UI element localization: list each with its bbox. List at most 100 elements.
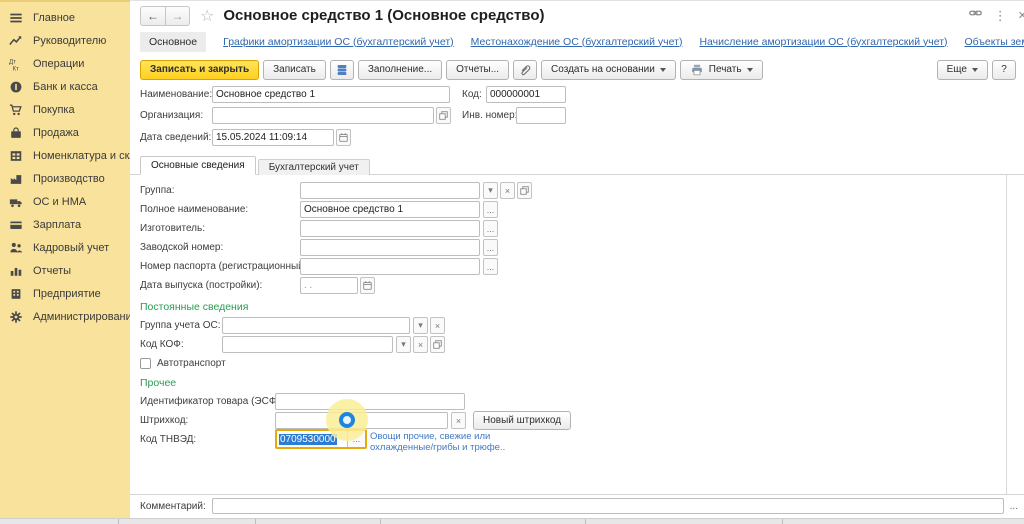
name-label: Наименование: bbox=[140, 89, 212, 100]
tab-obekty-naloga[interactable]: Объекты земельного налога bbox=[965, 36, 1024, 48]
sidebar-item-nomenklatura[interactable]: Номенклатура и склад bbox=[0, 144, 130, 167]
new-barcode-button[interactable]: Новый штрихкод bbox=[473, 411, 571, 430]
kof-clear-icon[interactable]: × bbox=[413, 336, 428, 353]
sidebar-item-prodazha[interactable]: Продажа bbox=[0, 121, 130, 144]
kof-input[interactable] bbox=[222, 336, 393, 353]
code-label: Код: bbox=[462, 89, 482, 100]
reports-button[interactable]: Отчеты... bbox=[446, 60, 509, 80]
tab-osnovnye-svedeniya[interactable]: Основные сведения bbox=[140, 156, 256, 175]
code-input[interactable] bbox=[486, 86, 566, 103]
trend-icon bbox=[8, 33, 24, 49]
esf-input[interactable] bbox=[275, 393, 465, 410]
calendar-icon[interactable] bbox=[360, 277, 375, 294]
bag-icon bbox=[8, 125, 24, 141]
name-input[interactable] bbox=[212, 86, 450, 103]
tab-osnovnoe[interactable]: Основное bbox=[140, 32, 206, 52]
back-button[interactable]: ← bbox=[141, 7, 165, 25]
kof-dropdown-icon[interactable]: ▾ bbox=[396, 336, 411, 353]
factory-number-input[interactable] bbox=[300, 239, 480, 256]
sidebar-item-otchety[interactable]: Отчеты bbox=[0, 259, 130, 282]
link-icon[interactable] bbox=[968, 6, 983, 25]
sidebar-item-proizvodstvo[interactable]: Производство bbox=[0, 167, 130, 190]
titlebar: ← → ☆ Основное средство 1 (Основное сред… bbox=[130, 1, 1024, 31]
status-divider bbox=[585, 519, 586, 524]
status-divider bbox=[118, 519, 119, 524]
group-open-icon[interactable] bbox=[517, 182, 532, 199]
os-group-dropdown-icon[interactable]: ▾ bbox=[413, 317, 428, 334]
group-input[interactable] bbox=[300, 182, 480, 199]
more-menu-icon[interactable]: ⋮ bbox=[994, 8, 1007, 24]
comment-expand-button[interactable]: ... bbox=[1010, 501, 1018, 512]
sidebar-item-zarplata[interactable]: Зарплата bbox=[0, 213, 130, 236]
info-date-input[interactable] bbox=[212, 129, 334, 146]
factory-number-choose-button[interactable]: ... bbox=[483, 239, 498, 256]
sidebar-item-label: Зарплата bbox=[33, 219, 81, 231]
status-divider bbox=[255, 519, 256, 524]
sidebar-item-administrirovanie[interactable]: Администрирование bbox=[0, 305, 130, 328]
group-label: Группа: bbox=[140, 185, 174, 196]
forward-button[interactable]: → bbox=[165, 7, 189, 25]
passport-number-input[interactable] bbox=[300, 258, 480, 275]
save-button[interactable]: Записать bbox=[263, 60, 326, 80]
tnved-field-group: 0709530000 ... bbox=[275, 429, 367, 449]
fill-button[interactable]: Заполнение... bbox=[358, 60, 442, 80]
chevron-down-icon bbox=[747, 68, 753, 72]
kof-open-icon[interactable] bbox=[430, 336, 445, 353]
attachments-button[interactable] bbox=[513, 60, 537, 80]
passport-number-choose-button[interactable]: ... bbox=[483, 258, 498, 275]
inventory-number-input[interactable] bbox=[516, 107, 566, 124]
group-clear-icon[interactable]: × bbox=[500, 182, 515, 199]
auto-transport-checkbox[interactable]: Автотранспорт bbox=[140, 355, 1024, 372]
sidebar-item-rukovoditelyu[interactable]: Руководителю bbox=[0, 29, 130, 52]
favorite-star-icon[interactable]: ☆ bbox=[200, 6, 214, 26]
title-actions: ⋮ ✕ bbox=[968, 6, 1020, 25]
sidebar-item-predpriyatie[interactable]: Предприятие bbox=[0, 282, 130, 305]
full-name-input[interactable] bbox=[300, 201, 480, 218]
barcode-clear-icon[interactable]: × bbox=[451, 412, 466, 429]
group-row: Группа: ▾ × bbox=[140, 182, 1024, 201]
group-dropdown-icon[interactable]: ▾ bbox=[483, 182, 498, 199]
tnved-row: Код ТНВЭД: 0709530000 ... Овощи прочие, … bbox=[140, 431, 1024, 455]
comment-input[interactable] bbox=[212, 498, 1004, 514]
sidebar-item-kadrovyj-uchet[interactable]: Кадровый учет bbox=[0, 236, 130, 259]
info-date-label: Дата сведений: bbox=[140, 132, 211, 143]
release-date-input[interactable] bbox=[300, 277, 358, 294]
status-divider bbox=[782, 519, 783, 524]
people-icon bbox=[8, 240, 24, 256]
create-based-on-button[interactable]: Создать на основании bbox=[541, 60, 676, 80]
full-name-choose-button[interactable]: ... bbox=[483, 201, 498, 218]
help-button[interactable]: ? bbox=[992, 60, 1016, 80]
more-button[interactable]: Еще bbox=[937, 60, 988, 80]
organization-input[interactable] bbox=[212, 107, 434, 124]
tab-grafiki-amortizacii[interactable]: Графики амортизации ОС (бухгалтерский уч… bbox=[223, 36, 454, 48]
register-records-button[interactable] bbox=[330, 60, 354, 80]
tab-buhgalterskij-uchet[interactable]: Бухгалтерский учет bbox=[258, 159, 370, 175]
sidebar-item-bank-i-kassa[interactable]: Банк и касса bbox=[0, 75, 130, 98]
sidebar-item-pokupka[interactable]: Покупка bbox=[0, 98, 130, 121]
sidebar-item-operacii[interactable]: ДтКт Операции bbox=[0, 52, 130, 75]
save-close-button[interactable]: Записать и закрыть bbox=[140, 60, 259, 80]
dt-kt-icon: ДтКт bbox=[8, 56, 24, 72]
os-group-input[interactable] bbox=[222, 317, 410, 334]
barcode-input[interactable] bbox=[275, 412, 448, 429]
section-other: Прочее bbox=[140, 377, 1024, 389]
tab-mestonahozhdenie[interactable]: Местонахождение ОС (бухгалтерский учет) bbox=[471, 36, 683, 48]
manufacturer-choose-button[interactable]: ... bbox=[483, 220, 498, 237]
name-row: Наименование: Код: bbox=[140, 86, 1024, 106]
tab-nachislenie-amortizacii[interactable]: Начисление амортизации ОС (бухгалтерский… bbox=[699, 36, 947, 48]
factory-number-row: Заводской номер: ... bbox=[140, 239, 1024, 258]
calendar-icon[interactable] bbox=[336, 129, 351, 146]
open-organization-button[interactable] bbox=[436, 107, 451, 124]
os-group-clear-icon[interactable]: × bbox=[430, 317, 445, 334]
truck-icon bbox=[8, 194, 24, 210]
tnved-choose-button[interactable]: ... bbox=[347, 431, 365, 447]
card-icon bbox=[8, 217, 24, 233]
sidebar-item-glavnoe[interactable]: Главное bbox=[0, 6, 130, 29]
sidebar-item-os-i-nma[interactable]: ОС и НМА bbox=[0, 190, 130, 213]
tnved-input[interactable]: 0709530000 bbox=[277, 431, 347, 447]
printer-icon bbox=[690, 63, 704, 77]
print-button[interactable]: Печать bbox=[680, 60, 763, 80]
chevron-down-icon bbox=[660, 68, 666, 72]
manufacturer-input[interactable] bbox=[300, 220, 480, 237]
close-icon[interactable]: ✕ bbox=[1018, 9, 1024, 22]
